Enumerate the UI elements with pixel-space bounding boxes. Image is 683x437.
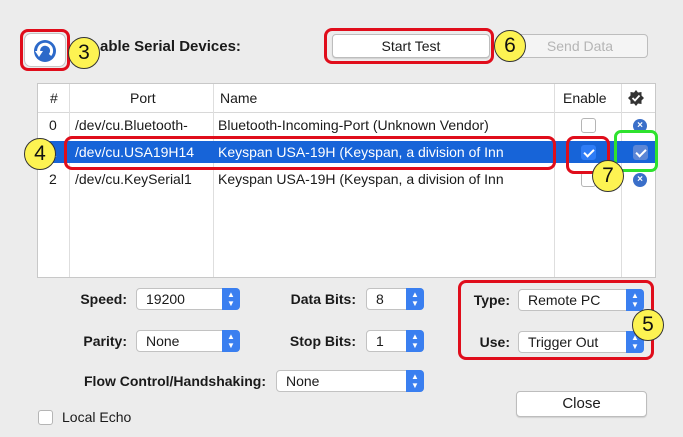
table-row[interactable]: 2 /dev/cu.KeySerial1 Keyspan USA-19H (Ke… (38, 168, 655, 190)
annotation-box-refresh (20, 29, 70, 71)
row-name: Bluetooth-Incoming-Port (Unknown Vendor) (218, 117, 489, 133)
stop-bits-value: 1 (376, 333, 384, 349)
flow-control-label: Flow Control/Handshaking: (84, 373, 266, 389)
table-row[interactable]: 0 /dev/cu.Bluetooth- Bluetooth-Incoming-… (38, 114, 655, 136)
serial-devices-heading: able Serial Devices: (100, 38, 241, 55)
flow-control-value: None (286, 373, 320, 389)
column-header-name[interactable]: Name (220, 90, 257, 106)
local-echo-checkbox[interactable] (38, 410, 53, 425)
column-header-enable[interactable]: Enable (563, 90, 607, 106)
row-name: Keyspan USA-19H (Keyspan, a division of … (218, 171, 504, 187)
speed-select[interactable]: 19200 ▲ ▼ (136, 288, 240, 310)
callout-4: 4 (24, 138, 56, 170)
flow-control-select[interactable]: None ▲ ▼ (276, 370, 424, 392)
callout-5: 5 (632, 309, 664, 341)
row-port: /dev/cu.KeySerial1 (75, 171, 192, 187)
send-data-button[interactable]: Send Data (512, 34, 648, 58)
stop-bits-select[interactable]: 1 ▲ ▼ (366, 330, 424, 352)
local-echo-label: Local Echo (62, 409, 132, 425)
data-bits-label: Data Bits: (290, 291, 356, 307)
callout-7: 7 (592, 160, 624, 192)
table-header: # Port Name Enable (38, 84, 655, 113)
callout-3: 3 (68, 37, 100, 69)
column-header-port[interactable]: Port (130, 90, 156, 106)
data-bits-select[interactable]: 8 ▲ ▼ (366, 288, 424, 310)
serial-devices-table: # Port Name Enable 0 /dev/cu.Bluetooth- … (37, 83, 656, 278)
annotation-box-type-use (458, 280, 654, 360)
remove-icon[interactable]: × (633, 173, 647, 187)
close-button[interactable]: Close (516, 391, 647, 417)
parity-select[interactable]: None ▲ ▼ (136, 330, 240, 352)
chevron-updown-icon: ▲ ▼ (406, 330, 424, 352)
row-num: 0 (49, 117, 57, 133)
stop-bits-label: Stop Bits: (289, 333, 356, 349)
data-bits-value: 8 (376, 291, 384, 307)
verified-badge-icon (628, 90, 644, 106)
column-header-num[interactable]: # (50, 90, 58, 106)
annotation-box-selected-row (64, 136, 556, 170)
chevron-updown-icon: ▲ ▼ (222, 330, 240, 352)
chevron-updown-icon: ▲ ▼ (222, 288, 240, 310)
chevron-updown-icon: ▲ ▼ (406, 370, 424, 392)
speed-value: 19200 (146, 291, 185, 307)
speed-label: Speed: (80, 291, 127, 307)
enable-checkbox[interactable] (581, 118, 596, 133)
parity-label: Parity: (83, 333, 127, 349)
parity-value: None (146, 333, 180, 349)
annotation-box-start-test (324, 28, 494, 64)
row-num: 2 (49, 171, 57, 187)
callout-6: 6 (494, 30, 526, 62)
row-port: /dev/cu.Bluetooth- (75, 117, 188, 133)
chevron-updown-icon: ▲ ▼ (406, 288, 424, 310)
